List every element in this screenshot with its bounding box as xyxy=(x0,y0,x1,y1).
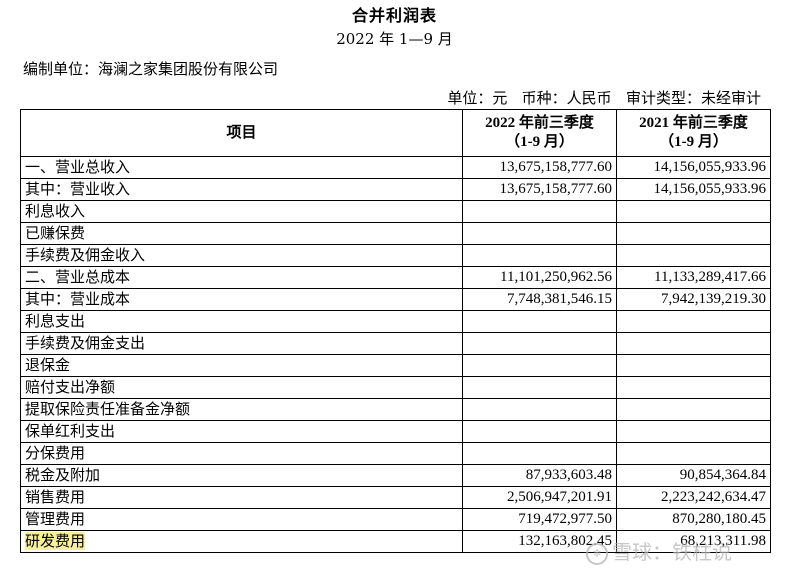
snowball-logo-icon: ❄ xyxy=(586,542,608,565)
row-label: 赔付支出净额 xyxy=(20,376,463,399)
value-2021 xyxy=(616,420,771,443)
table-header-row: 项目 2022 年前三季度 （1-9 月） 2021 年前三季度 （1-9 月） xyxy=(20,109,771,157)
row-label: 手续费及佣金支出 xyxy=(20,332,463,355)
value-2021: 7,942,139,219.30 xyxy=(616,288,771,311)
header-2022: 2022 年前三季度 （1-9 月） xyxy=(462,109,617,157)
value-2021 xyxy=(616,354,771,377)
value-2021: 11,133,289,417.66 xyxy=(616,266,771,289)
row-label: 已赚保费 xyxy=(20,222,463,245)
row-label: 保单红利支出 xyxy=(20,420,463,443)
row-label: 提取保险责任准备金净额 xyxy=(20,398,463,421)
value-2022: 719,472,977.50 xyxy=(462,508,617,531)
table-row: 一、营业总收入 13,675,158,777.60 14,156,055,933… xyxy=(20,156,771,179)
table-row: 管理费用 719,472,977.50 870,280,180.45 xyxy=(20,508,771,531)
row-label: 销售费用 xyxy=(20,486,463,509)
value-2021: 90,854,364.84 xyxy=(616,464,771,487)
value-2021 xyxy=(616,222,771,245)
row-label: 其中：营业收入 xyxy=(20,178,463,201)
value-2022 xyxy=(462,442,617,465)
table-row: 已赚保费 xyxy=(20,222,771,245)
header-2021: 2021 年前三季度 （1-9 月） xyxy=(616,109,771,157)
value-2022 xyxy=(462,222,617,245)
value-2022 xyxy=(462,354,617,377)
header-2021-line1: 2021 年前三季度 xyxy=(639,115,748,131)
table-row: 退保金 xyxy=(20,354,771,377)
value-2021 xyxy=(616,442,771,465)
value-2021 xyxy=(616,200,771,223)
row-label: 一、营业总收入 xyxy=(20,156,463,179)
company-line: 编制单位：海澜之家集团股份有限公司 xyxy=(23,60,279,78)
report-period: 2022 年 1—9 月 xyxy=(336,30,453,48)
table-row: 其中：营业收入 13,675,158,777.60 14,156,055,933… xyxy=(20,178,771,201)
value-2022: 11,101,250,962.56 xyxy=(462,266,617,289)
table-row: 赔付支出净额 xyxy=(20,376,771,399)
income-statement-table: 项目 2022 年前三季度 （1-9 月） 2021 年前三季度 （1-9 月）… xyxy=(20,109,771,553)
row-label: 分保费用 xyxy=(20,442,463,465)
watermark-text: 雪球：铁柱说 xyxy=(612,540,732,564)
value-2022 xyxy=(462,244,617,267)
row-label: 手续费及佣金收入 xyxy=(20,244,463,267)
value-2022: 2,506,947,201.91 xyxy=(462,486,617,509)
table-row: 提取保险责任准备金净额 xyxy=(20,398,771,421)
value-2021 xyxy=(616,332,771,355)
value-2021 xyxy=(616,398,771,421)
watermark: ❄ 雪球：铁柱说 xyxy=(586,536,732,565)
value-2022: 13,675,158,777.60 xyxy=(462,178,617,201)
table-row: 利息支出 xyxy=(20,310,771,333)
value-2022: 13,675,158,777.60 xyxy=(462,156,617,179)
table-row: 利息收入 xyxy=(20,200,771,223)
value-2022: 7,748,381,546.15 xyxy=(462,288,617,311)
value-2021: 14,156,055,933.96 xyxy=(616,156,771,179)
table-row: 税金及附加 87,933,603.48 90,854,364.84 xyxy=(20,464,771,487)
value-2021 xyxy=(616,310,771,333)
row-label-highlighted: 研发费用 xyxy=(20,530,463,553)
header-2021-line2: （1-9 月） xyxy=(659,134,728,150)
row-label: 利息收入 xyxy=(20,200,463,223)
value-2022 xyxy=(462,420,617,443)
value-2021 xyxy=(616,244,771,267)
value-2021: 870,280,180.45 xyxy=(616,508,771,531)
row-label: 管理费用 xyxy=(20,508,463,531)
unit-currency-audit-line: 单位：元 币种：人民币 审计类型：未经审计 xyxy=(447,89,761,107)
table-row: 其中：营业成本 7,748,381,546.15 7,942,139,219.3… xyxy=(20,288,771,311)
header-2022-line2: （1-9 月） xyxy=(505,134,574,150)
row-label: 退保金 xyxy=(20,354,463,377)
value-2021: 14,156,055,933.96 xyxy=(616,178,771,201)
value-2021 xyxy=(616,376,771,399)
table-row: 销售费用 2,506,947,201.91 2,223,242,634.47 xyxy=(20,486,771,509)
value-2022 xyxy=(462,200,617,223)
table-row: 二、营业总成本 11,101,250,962.56 11,133,289,417… xyxy=(20,266,771,289)
value-2022 xyxy=(462,376,617,399)
highlight-mark: 研发费用 xyxy=(25,532,86,550)
table-row: 保单红利支出 xyxy=(20,420,771,443)
table-row: 手续费及佣金收入 xyxy=(20,244,771,267)
header-2022-line1: 2022 年前三季度 xyxy=(485,115,594,131)
report-title: 合并利润表 xyxy=(351,6,437,25)
row-label: 其中：营业成本 xyxy=(20,288,463,311)
row-label: 税金及附加 xyxy=(20,464,463,487)
value-2022 xyxy=(462,310,617,333)
value-2022 xyxy=(462,332,617,355)
value-2022 xyxy=(462,398,617,421)
row-label: 二、营业总成本 xyxy=(20,266,463,289)
row-label: 利息支出 xyxy=(20,310,463,333)
value-2022: 87,933,603.48 xyxy=(462,464,617,487)
table-row: 分保费用 xyxy=(20,442,771,465)
header-item: 项目 xyxy=(20,109,463,157)
value-2021: 2,223,242,634.47 xyxy=(616,486,771,509)
table-row: 手续费及佣金支出 xyxy=(20,332,771,355)
